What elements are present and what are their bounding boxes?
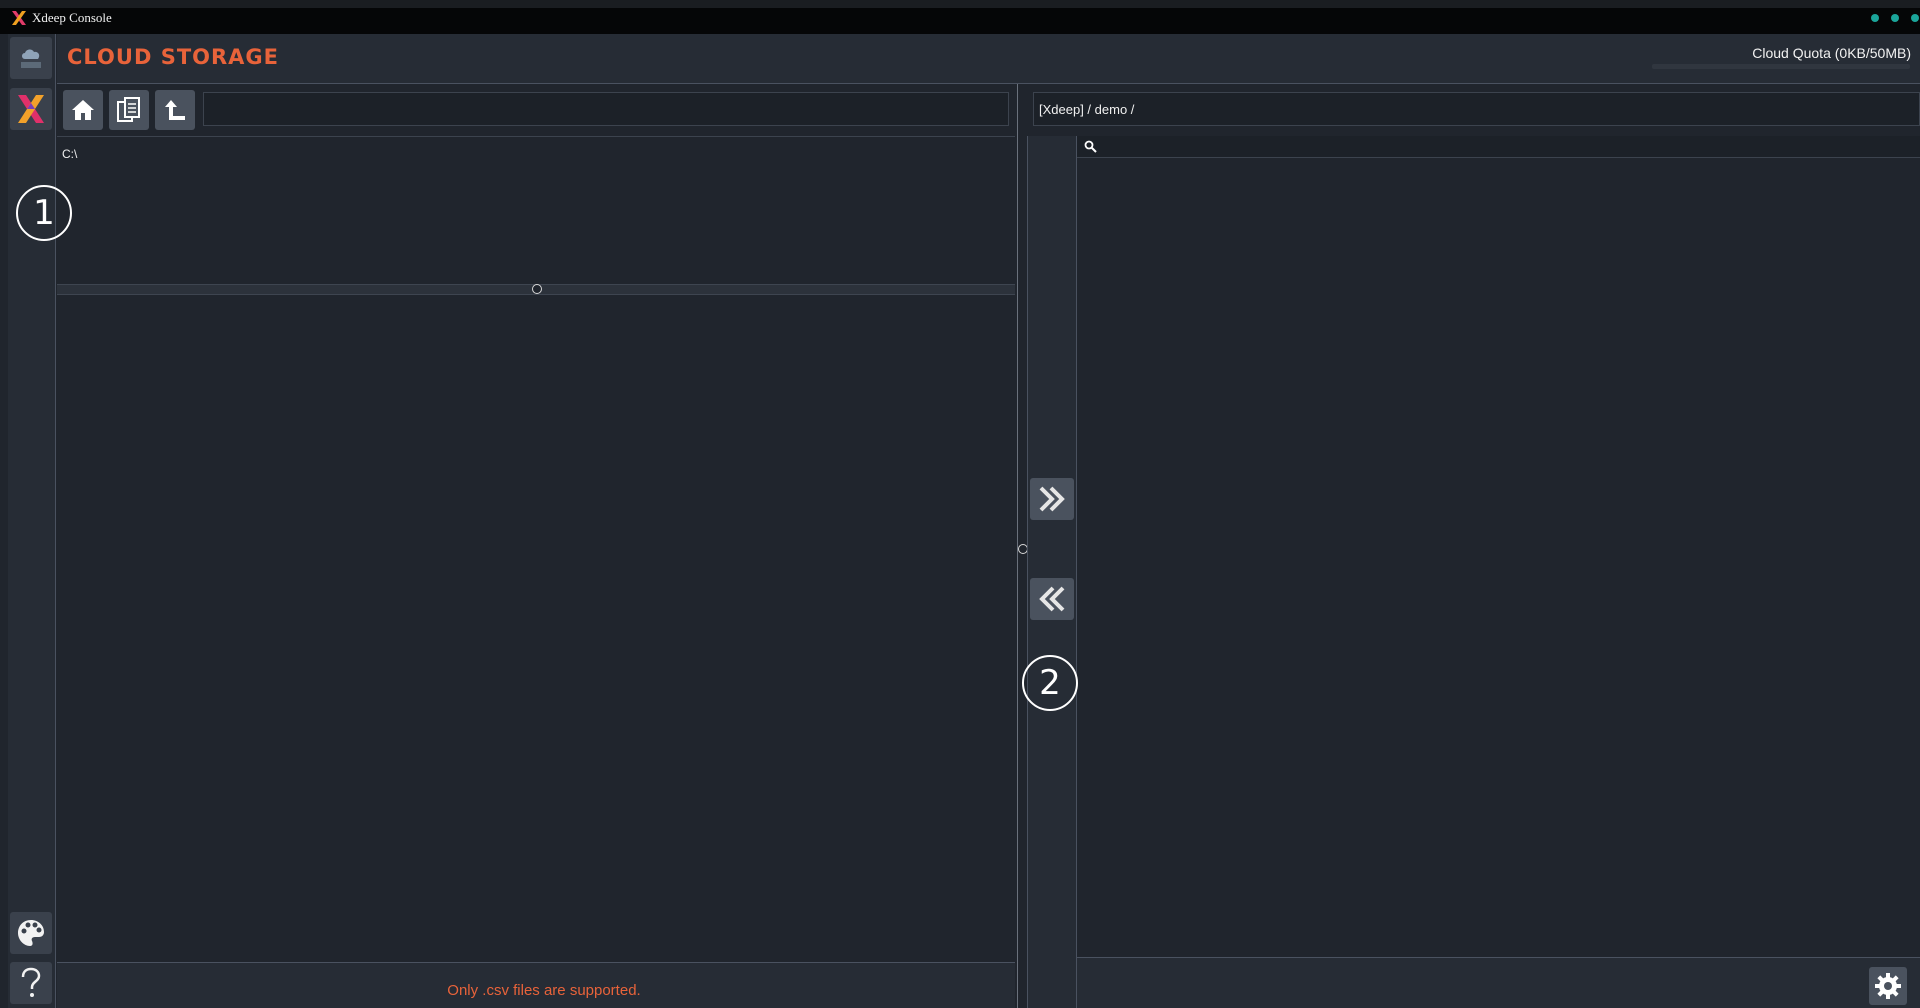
up-folder-button[interactable] [155,90,195,130]
tree-item-root[interactable]: C:\ [62,147,77,161]
page-title: CLOUD STORAGE [67,45,279,69]
window-status-dot[interactable] [1911,14,1919,22]
title-bar [0,0,1920,34]
double-chevron-right-icon [1039,486,1065,512]
xdeep-logo-icon [18,95,44,123]
documents-icon [117,97,140,122]
cloud-breadcrumb[interactable]: [Xdeep] / demo / [1039,102,1134,117]
home-icon [72,100,94,120]
cloud-file-list[interactable] [1077,158,1920,957]
cloud-icon [21,49,41,68]
cloud-search-row[interactable] [1077,136,1920,158]
window-title: Xdeep Console [32,10,112,25]
local-file-list[interactable] [57,295,1015,962]
double-chevron-left-icon [1039,586,1065,612]
cloud-pane-footer [1077,957,1920,1008]
left-nav-rail [8,34,56,1008]
local-path-input[interactable] [203,92,1009,126]
palette-icon [18,920,44,946]
settings-button[interactable] [1869,967,1907,1005]
download-from-cloud-button[interactable] [1030,578,1074,620]
search-icon [1084,140,1097,153]
callout-1: 1 [16,185,72,241]
theme-button[interactable] [10,912,52,954]
local-folder-tree[interactable] [57,136,1015,284]
transfer-column [1027,136,1077,1008]
up-arrow-icon [165,100,185,120]
gear-icon [1875,973,1901,999]
xdeep-app-nav[interactable] [10,88,52,130]
upload-to-cloud-button[interactable] [1030,478,1074,520]
question-icon [21,967,41,997]
home-button[interactable] [63,90,103,130]
cloud-quota-label: Cloud Quota (0KB/50MB) [1752,45,1911,61]
cloud-quota-bar [1652,64,1910,69]
splitter-handle[interactable] [532,284,542,294]
window-status-dot[interactable] [1871,14,1879,22]
help-button[interactable] [10,962,52,1004]
cloud-path-bar [1033,92,1920,126]
title-bar-top-stripe [0,0,1920,8]
copy-path-button[interactable] [109,90,149,130]
page-header [57,34,1920,84]
file-type-note: Only .csv files are supported. [447,982,641,999]
callout-2: 2 [1022,655,1078,711]
window-status-dot[interactable] [1891,14,1899,22]
app-logo-icon [12,11,26,25]
cloud-storage-nav[interactable] [10,37,52,79]
